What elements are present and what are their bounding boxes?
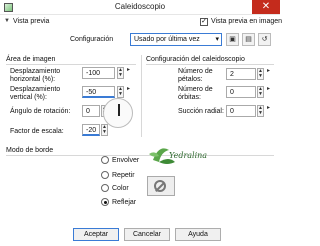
close-button[interactable]: ✕ — [252, 0, 280, 14]
v-offset-spinner[interactable]: ▲ ▼ — [117, 86, 124, 98]
group-separator — [141, 55, 142, 137]
radio-color[interactable] — [101, 184, 109, 192]
rotation-label: Ángulo de rotación: — [10, 108, 71, 115]
window-title: Caleidoscopio — [114, 2, 166, 11]
delete-preset-icon[interactable]: ▤ — [242, 33, 255, 46]
radio-reflect-label[interactable]: Reflejar — [112, 199, 136, 206]
config-row: Configuración Usado por última vez ▾ ▣ ▤… — [0, 33, 280, 47]
rotation-dial-needle — [118, 104, 120, 116]
image-area-divider — [6, 64, 136, 65]
h-offset-spinner[interactable]: ▲ ▼ — [117, 67, 124, 79]
orbits-spinner[interactable]: ▲ ▼ — [257, 86, 264, 98]
ok-button[interactable]: Aceptar — [73, 228, 119, 241]
kaleido-title: Configuración del caleidoscopio — [146, 56, 245, 63]
v-offset-label: Desplazamiento vertical (%): — [10, 86, 61, 101]
radio-wrap-label[interactable]: Envolver — [112, 157, 139, 164]
v-offset-stepper-icon[interactable]: ▸ — [125, 86, 132, 98]
kaleido-divider — [146, 64, 274, 65]
preview-row: ▼ Vista previa ✓ Vista previa en imagen — [4, 18, 282, 27]
radial-suction-label: Succión radial: — [178, 108, 224, 115]
radial-suction-input[interactable]: 0 — [226, 105, 256, 117]
scale-label: Factor de escala: — [10, 128, 64, 135]
config-select-value: Usado por última vez — [134, 36, 200, 43]
scale-input[interactable]: -20 — [82, 124, 100, 136]
config-label: Configuración — [70, 36, 114, 43]
orbits-input[interactable]: 0 — [226, 86, 256, 98]
petals-input[interactable]: 2 — [226, 68, 256, 80]
radial-suction-stepper-icon[interactable]: ▸ — [265, 105, 272, 117]
collapse-arrow-icon[interactable]: ▼ — [4, 18, 10, 24]
rotation-input[interactable]: 0 — [82, 105, 100, 117]
v-offset-input[interactable]: -50 — [82, 86, 115, 98]
image-area-title: Área de imagen — [6, 56, 56, 63]
h-offset-stepper-icon[interactable]: ▸ — [125, 67, 132, 79]
title-bar: Caleidoscopio ✕ — [0, 0, 280, 15]
cancel-button[interactable]: Cancelar — [124, 228, 170, 241]
radio-color-label[interactable]: Color — [112, 185, 129, 192]
help-button[interactable]: Ayuda — [175, 228, 221, 241]
radio-reflect[interactable] — [101, 198, 109, 206]
watermark-text: Yedralina — [169, 151, 208, 160]
petals-label: Número de pétalos: — [178, 68, 213, 83]
edge-mode-divider — [6, 155, 274, 156]
petals-stepper-icon[interactable]: ▸ — [265, 68, 272, 80]
save-preset-icon[interactable]: ▣ — [226, 33, 239, 46]
image-preview-checkbox[interactable]: ✓ — [200, 18, 208, 26]
petals-spinner[interactable]: ▲ ▼ — [257, 68, 264, 80]
config-select[interactable]: Usado por última vez ▾ — [130, 33, 222, 46]
preview-toggle-label[interactable]: Vista previa — [13, 18, 49, 25]
radial-suction-spinner[interactable]: ▲ ▼ — [257, 105, 264, 117]
radio-wrap[interactable] — [101, 156, 109, 164]
scale-spinner[interactable]: ▲ ▼ — [101, 124, 108, 136]
image-preview-label: Vista previa en imagen — [211, 18, 283, 25]
radio-repeat-label[interactable]: Repetir — [112, 172, 135, 179]
radio-repeat[interactable] — [101, 171, 109, 179]
orbits-label: Número de órbitas: — [178, 86, 213, 101]
chevron-down-icon: ▾ — [215, 36, 219, 43]
h-offset-label: Desplazamiento horizontal (%): — [10, 68, 61, 83]
h-offset-input[interactable]: -100 — [82, 67, 115, 79]
no-color-icon — [154, 180, 166, 192]
reset-icon[interactable]: ↺ — [258, 33, 271, 46]
orbits-stepper-icon[interactable]: ▸ — [265, 86, 272, 98]
edge-mode-title: Modo de borde — [6, 147, 54, 154]
